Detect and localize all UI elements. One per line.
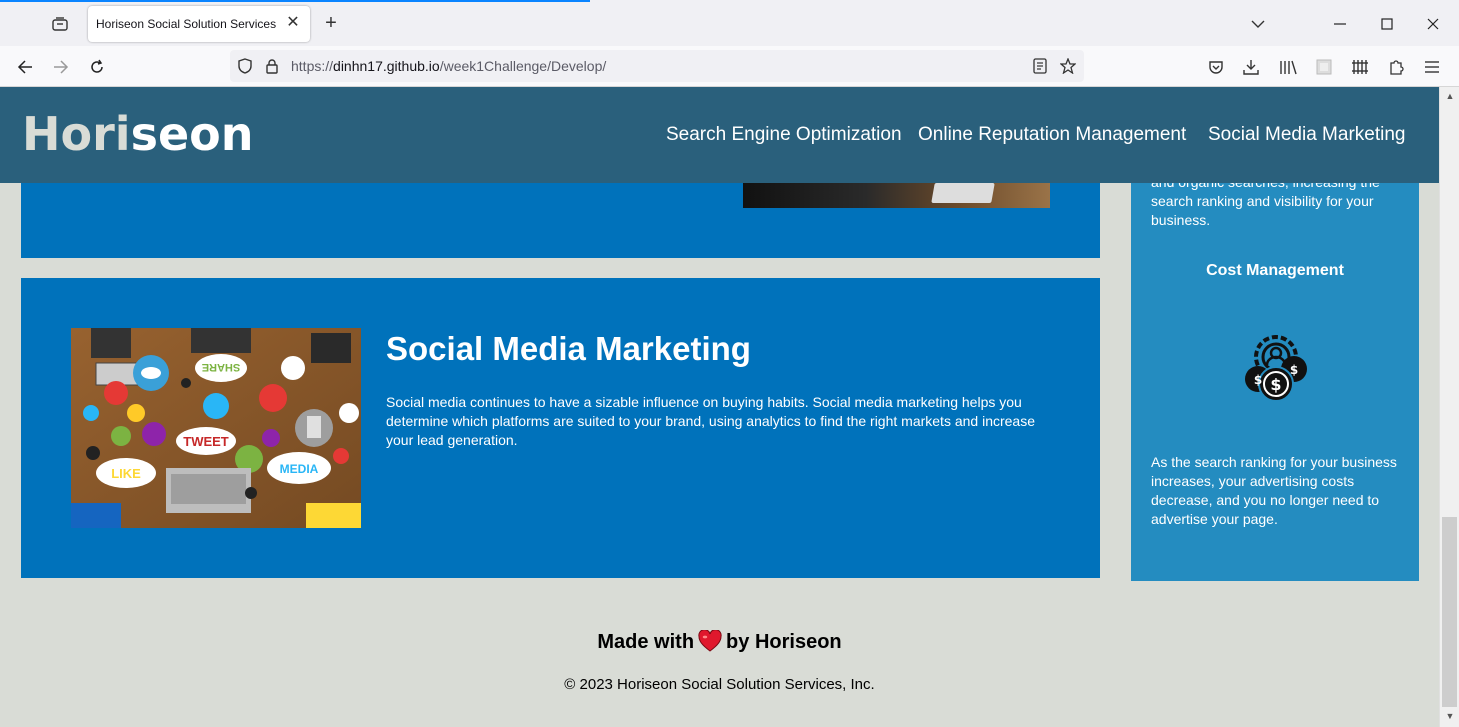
page-scrollbar[interactable]: ▲ ▼ (1439, 87, 1459, 727)
logo-accent: seon (130, 107, 254, 161)
nav-link-reputation[interactable]: Online Reputation Management (918, 124, 1186, 146)
shield-icon[interactable] (235, 56, 255, 76)
back-icon[interactable] (12, 54, 38, 80)
svg-text:$: $ (1254, 373, 1262, 387)
image-word-tweet: TWEET (183, 434, 229, 449)
menu-icon[interactable] (1421, 56, 1443, 78)
made-with-prefix: Made with (597, 631, 695, 653)
pocket-icon[interactable] (1205, 56, 1227, 78)
social-media-paragraph: Social media continues to have a sizable… (386, 394, 1035, 448)
image-word-like: LIKE (111, 466, 141, 481)
reader-view-icon[interactable] (1030, 56, 1050, 76)
tab-title: Horiseon Social Solution Services (96, 17, 277, 31)
plus-icon[interactable]: + (320, 12, 342, 34)
url-scheme: https:// (291, 58, 334, 74)
minimize-icon[interactable] (1325, 10, 1355, 38)
library-icon[interactable] (1277, 56, 1299, 78)
social-media-heading: Social Media Marketing (386, 330, 751, 367)
close-window-icon[interactable] (1418, 10, 1448, 38)
extension-icon[interactable] (1385, 56, 1407, 78)
svg-text:$: $ (1290, 363, 1298, 377)
extension-placeholder-icon[interactable] (1313, 56, 1335, 78)
url-bar[interactable]: https://dinhn17.github.io/week1Challenge… (230, 50, 1084, 82)
container-icon[interactable] (1349, 56, 1371, 78)
cost-management-heading: Cost Management (1206, 262, 1344, 279)
reload-icon[interactable] (84, 54, 110, 80)
tab-active[interactable]: Horiseon Social Solution Services ✕ (88, 6, 310, 42)
site-logo[interactable]: Horiseon (22, 107, 254, 161)
url-path: /week1Challenge/Develop/ (439, 58, 607, 74)
close-icon[interactable]: ✕ (284, 14, 302, 32)
reputation-image (743, 183, 1050, 208)
logo-main: Hori (22, 107, 131, 161)
image-word-media: MEDIA (280, 462, 319, 476)
maximize-icon[interactable] (1372, 10, 1402, 38)
download-icon[interactable] (1240, 56, 1262, 78)
copyright-text: © 2023 Horiseon Social Solution Services… (564, 676, 875, 693)
made-with-suffix: by Horiseon (726, 631, 842, 653)
nav-link-seo[interactable]: Search Engine Optimization (666, 124, 902, 146)
scroll-down-arrow-icon[interactable]: ▼ (1443, 709, 1457, 723)
made-with-text: Made with by Horiseon (0, 629, 1439, 654)
heart-icon (698, 629, 722, 652)
tab-bar: Horiseon Social Solution Services ✕ + (0, 0, 1459, 46)
tablet-shape (931, 183, 995, 203)
nav-link-social-media[interactable]: Social Media Marketing (1208, 124, 1405, 146)
social-media-illustration: SHARE TWEET LIKE MEDIA (71, 328, 361, 528)
star-icon[interactable] (1058, 56, 1078, 76)
url-text[interactable]: https://dinhn17.github.io/week1Challenge… (291, 58, 606, 74)
url-host: dinhn17.github.io (333, 58, 440, 74)
page-load-progress (0, 0, 590, 2)
social-media-image: SHARE TWEET LIKE MEDIA (71, 328, 361, 528)
forward-icon[interactable] (48, 54, 74, 80)
page-viewport: SHARE TWEET LIKE MEDIA Social Media Mark… (0, 87, 1439, 727)
svg-text:$: $ (1270, 375, 1281, 394)
scrollbar-thumb[interactable] (1442, 517, 1457, 707)
browser-window: Horiseon Social Solution Services ✕ + ht… (0, 0, 1459, 727)
scroll-up-arrow-icon[interactable]: ▲ (1443, 89, 1457, 103)
tab-list-icon[interactable] (44, 10, 76, 38)
navigation-toolbar: https://dinhn17.github.io/week1Challenge… (0, 46, 1459, 87)
cost-gears-icon: $ $ $ (1236, 329, 1316, 409)
chevron-down-icon[interactable] (1243, 10, 1273, 38)
site-header: Horiseon Search Engine Optimization Onli… (0, 87, 1439, 183)
lock-icon[interactable] (262, 56, 282, 76)
benefit-text-cost: As the search ranking for your business … (1151, 454, 1397, 527)
image-word-share: SHARE (202, 361, 241, 373)
